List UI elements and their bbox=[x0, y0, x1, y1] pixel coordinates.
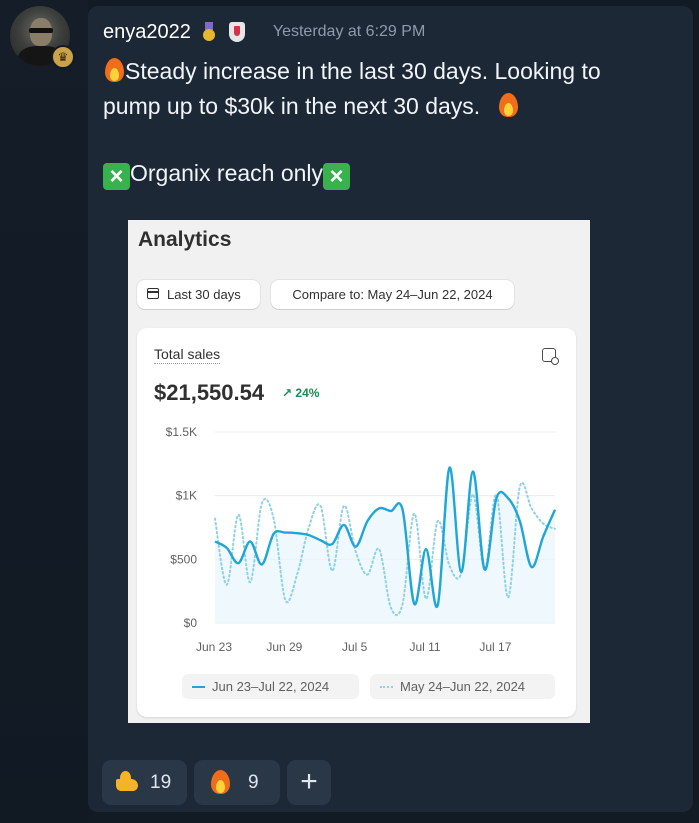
username[interactable]: enya2022 bbox=[103, 21, 191, 44]
cross-mark-icon: × bbox=[323, 163, 351, 190]
message-text-3: Organix reach only bbox=[130, 160, 324, 186]
cross-mark-icon: × bbox=[103, 163, 130, 190]
legend-previous: May 24–Jun 22, 2024 bbox=[370, 674, 555, 699]
compare-button: Compare to: May 24–Jun 22, 2024 bbox=[271, 280, 514, 309]
x-tick-label: Jul 17 bbox=[479, 640, 511, 654]
timestamp[interactable]: Yesterday at 6:29 PM bbox=[273, 23, 425, 41]
message-line-3: × Organix reach only × bbox=[103, 160, 351, 190]
add-reaction-icon: + bbox=[300, 765, 318, 798]
medal-icon[interactable] bbox=[202, 22, 215, 42]
shield-icon[interactable] bbox=[228, 22, 245, 42]
fire-icon bbox=[209, 770, 231, 794]
y-tick-label: $1K bbox=[176, 489, 197, 503]
x-tick-label: Jun 29 bbox=[266, 640, 302, 654]
legend-dotted-swatch bbox=[380, 686, 393, 688]
message-text-1: Steady increase in the last 30 days. Loo… bbox=[125, 58, 601, 84]
current-series-area bbox=[215, 467, 555, 623]
analytics-screenshot[interactable]: Analytics Last 30 days Compare to: May 2… bbox=[128, 220, 590, 723]
message-line-2: pump up to $30k in the next 30 days. bbox=[103, 93, 519, 120]
calendar-icon bbox=[147, 288, 159, 299]
add-reaction-button[interactable]: + bbox=[287, 760, 331, 805]
x-tick-label: Jul 11 bbox=[409, 640, 440, 654]
reaction-count: 9 bbox=[248, 772, 259, 793]
x-tick-label: Jul 5 bbox=[342, 640, 368, 654]
reaction-fire[interactable]: 9 bbox=[194, 760, 280, 805]
sales-chart: $0 $500 $1K $1.5K Jun 23 Jun 29 Jul 5 Jul 11 Jul… bbox=[166, 425, 557, 654]
message-line-1: Steady increase in the last 30 days. Loo… bbox=[103, 58, 601, 85]
date-range-button: Last 30 days bbox=[137, 280, 260, 309]
y-tick-label: $500 bbox=[170, 552, 197, 566]
legend-previous-label: May 24–Jun 22, 2024 bbox=[400, 679, 526, 694]
total-sales-card: Total sales $21,550.54 ↗ 24% $0 $500 $1K $1… bbox=[137, 328, 576, 717]
analytics-title: Analytics bbox=[138, 228, 232, 251]
y-tick-label: $1.5K bbox=[166, 425, 197, 439]
date-range-label: Last 30 days bbox=[167, 287, 241, 302]
legend-current-label: Jun 23–Jul 22, 2024 bbox=[212, 679, 330, 694]
y-tick-label: $0 bbox=[184, 616, 198, 630]
channel-gutter bbox=[0, 0, 88, 823]
fire-icon bbox=[103, 58, 125, 82]
reaction-count: 19 bbox=[150, 772, 172, 793]
message-text-2: pump up to $30k in the next 30 days. bbox=[103, 93, 481, 119]
x-tick-label: Jun 23 bbox=[196, 640, 232, 654]
reaction-flexed-biceps[interactable]: 19 bbox=[102, 760, 187, 805]
legend-current: Jun 23–Jul 22, 2024 bbox=[182, 674, 359, 699]
fire-icon bbox=[497, 93, 519, 117]
flexed-biceps-icon bbox=[116, 771, 138, 793]
crown-icon: ♛ bbox=[51, 45, 75, 69]
legend-solid-swatch bbox=[192, 686, 205, 688]
message-header: enya2022 Yesterday at 6:29 PM bbox=[103, 18, 425, 46]
